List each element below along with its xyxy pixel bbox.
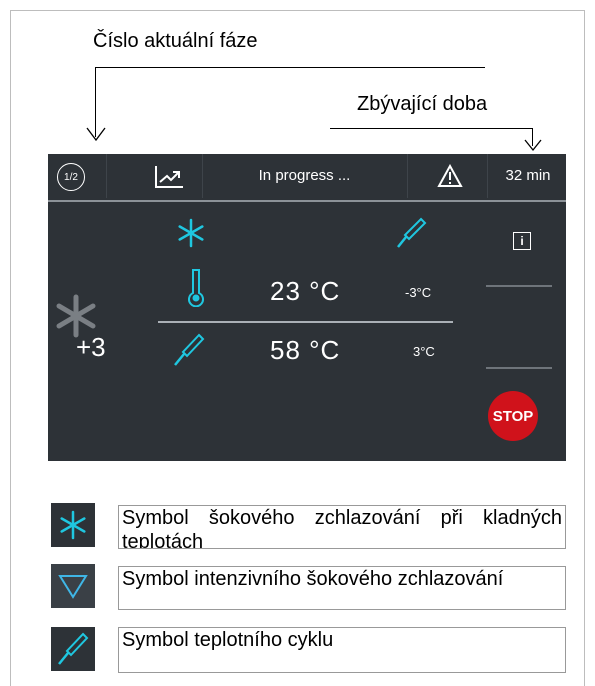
top-bar-divider	[48, 200, 566, 202]
arrow-down-icon-2	[524, 139, 542, 152]
thermometer-icon	[188, 269, 204, 307]
arrow-down-icon	[86, 127, 106, 142]
bar-separator	[407, 154, 408, 198]
probe-icon	[397, 217, 427, 248]
stop-button[interactable]: STOP	[488, 391, 538, 441]
temperature-divider	[158, 321, 453, 323]
phase-indicator[interactable]: 1/2	[57, 163, 85, 191]
right-divider	[486, 367, 552, 369]
legend-text-intensive: Symbol intenzivního šokového zchlazování	[118, 566, 566, 610]
legend-triangle-icon	[51, 564, 95, 608]
phase-number-callout: Číslo aktuální fáze	[93, 30, 258, 52]
bar-separator	[487, 154, 488, 198]
legend-text-shock-positive: Symbol šokového zchlazování při kladných…	[118, 505, 566, 549]
legend-snowflake-icon	[51, 503, 95, 547]
remaining-time-callout: Zbývající doba	[357, 93, 488, 115]
triangle-down-icon	[58, 575, 88, 599]
bar-separator	[106, 154, 107, 198]
probe-icon	[58, 632, 89, 665]
snowflake-icon	[60, 510, 86, 540]
remaining-time-value: 32 min	[505, 167, 551, 184]
phase-label: 1/2	[64, 171, 78, 183]
core-probe-icon	[174, 333, 205, 366]
right-divider	[486, 285, 552, 287]
legend-text-cycle: Symbol teplotního cyklu	[118, 627, 566, 673]
info-label: i	[520, 234, 524, 248]
core-temperature: 58 °C	[270, 335, 341, 365]
mode-value: +3	[76, 332, 106, 362]
legend-probe-icon	[51, 627, 95, 671]
info-button[interactable]: i	[513, 232, 531, 250]
graph-icon[interactable]	[153, 164, 185, 190]
status-text: In progress ...	[258, 167, 351, 184]
core-offset: 3°C	[413, 344, 435, 359]
probe-temperature: 23 °C	[270, 276, 341, 306]
snowflake-icon	[178, 218, 204, 248]
probe-offset: -3°C	[405, 285, 432, 300]
callout-line-top	[95, 67, 485, 68]
callout-line-top-2	[330, 128, 533, 129]
warning-icon[interactable]	[437, 164, 463, 188]
